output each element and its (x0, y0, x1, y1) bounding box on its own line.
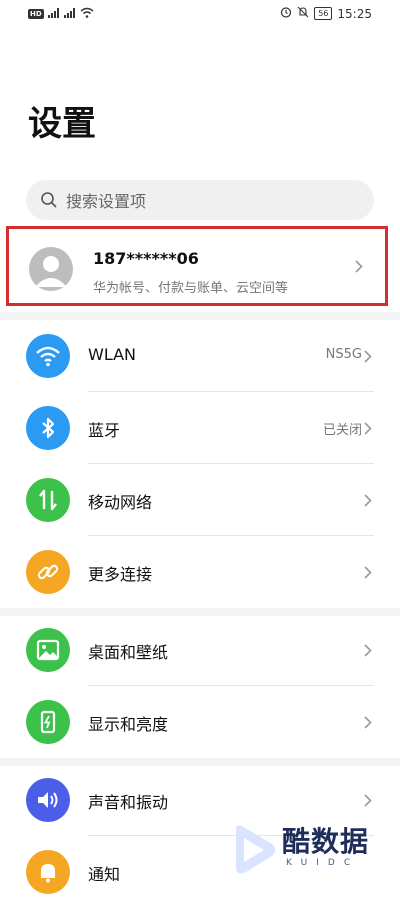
mute-icon (297, 6, 309, 21)
chevron-right-icon (364, 644, 372, 657)
watermark-text: 酷数据 (282, 825, 370, 858)
account-name: 187******06 (93, 249, 199, 268)
bluetooth-icon (26, 406, 70, 450)
display-icon (26, 700, 70, 744)
chevron-right-icon (364, 422, 372, 435)
hd-badge: HD (28, 9, 44, 19)
chevron-right-icon (364, 716, 372, 729)
notification-icon (26, 850, 70, 894)
settings-item-label: WLAN (88, 345, 137, 364)
group-separator (0, 312, 400, 320)
mobile-data-icon (26, 478, 70, 522)
search-input[interactable]: 搜索设置项 (26, 180, 374, 220)
alarm-icon (280, 6, 292, 21)
chevron-right-icon (364, 566, 372, 579)
chevron-right-icon (364, 494, 372, 507)
chevron-right-icon (355, 260, 363, 273)
settings-item-more-connections[interactable]: 更多连接 (0, 536, 400, 608)
signal-icon (63, 7, 76, 21)
wallpaper-icon (26, 628, 70, 672)
search-placeholder: 搜索设置项 (66, 192, 147, 211)
chevron-right-icon (364, 350, 372, 363)
chevron-right-icon (364, 794, 372, 807)
settings-item-label: 通知 (88, 865, 121, 884)
link-icon (26, 550, 70, 594)
settings-item-label: 移动网络 (88, 493, 153, 512)
settings-item-label: 显示和亮度 (88, 715, 169, 734)
wifi-icon (26, 334, 70, 378)
avatar (29, 247, 73, 291)
account-row[interactable]: 187******06 华为帐号、付款与账单、云空间等 (6, 226, 388, 306)
settings-item-wallpaper[interactable]: 桌面和壁纸 (0, 614, 400, 686)
sound-icon (26, 778, 70, 822)
battery-indicator: 56 (314, 7, 333, 20)
settings-item-display[interactable]: 显示和亮度 (0, 686, 400, 758)
settings-item-label: 更多连接 (88, 565, 153, 584)
status-bar: HD 56 15:25 (0, 0, 400, 28)
settings-item-value: 已关闭 (322, 423, 362, 438)
settings-item-label: 声音和振动 (88, 793, 169, 812)
settings-item-label: 蓝牙 (88, 421, 121, 440)
signal-icon (47, 7, 60, 21)
settings-item-mobile-network[interactable]: 移动网络 (0, 464, 400, 536)
search-icon (41, 192, 57, 208)
settings-item-label: 桌面和壁纸 (88, 643, 169, 662)
page-title: 设置 (28, 104, 96, 144)
account-subtitle: 华为帐号、付款与账单、云空间等 (93, 281, 289, 296)
settings-item-wlan[interactable]: WLAN NS5G (0, 320, 400, 392)
settings-item-bluetooth[interactable]: 蓝牙 已关闭 (0, 392, 400, 464)
watermark-logo-icon (236, 825, 275, 874)
watermark-subtext: KUIDC (286, 858, 360, 868)
wifi-status-icon (80, 7, 94, 21)
clock: 15:25 (337, 6, 372, 21)
watermark: 酷数据 KUIDC (232, 818, 382, 880)
settings-item-value: NS5G (325, 347, 362, 362)
